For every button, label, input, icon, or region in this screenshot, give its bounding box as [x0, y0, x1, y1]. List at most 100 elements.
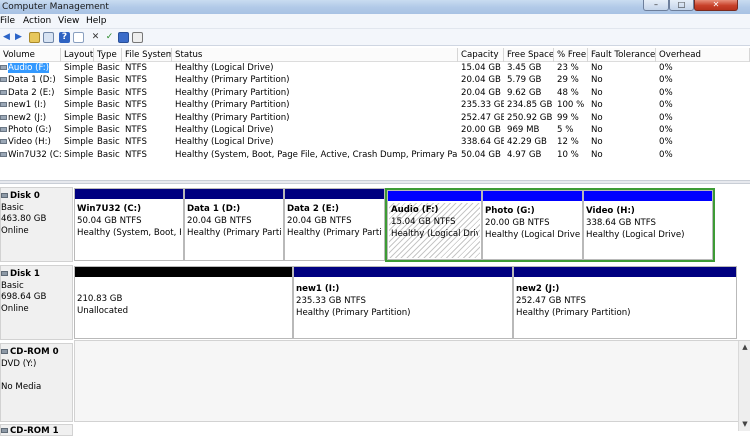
partition-e[interactable]: Data 2 (E:) 20.04 GB NTFS Healthy (Prima… [284, 188, 385, 261]
volume-layout: Simple [64, 137, 94, 148]
partition-i[interactable]: new1 (I:) 235.33 GB NTFS Healthy (Primar… [293, 266, 513, 339]
col-status[interactable]: Status [172, 48, 458, 62]
volume-layout: Simple [64, 87, 94, 98]
table-row[interactable]: new1 (I:) Simple Basic NTFS Healthy (Pri… [0, 99, 750, 111]
refresh-icon[interactable] [118, 32, 129, 43]
partition-c[interactable]: Win7U32 (C:) 50.04 GB NTFS Healthy (Syst… [74, 188, 184, 261]
table-row[interactable]: Audio (F:) Simple Basic NTFS Healthy (Lo… [0, 62, 750, 74]
close-button[interactable]: ✕ [694, 0, 738, 11]
delete-icon[interactable]: ✕ [90, 32, 101, 43]
volume-overhead: 0% [659, 112, 673, 123]
partition-name: Video (H:) [586, 206, 635, 216]
partition-status: Healthy (Primary Partition) [296, 308, 411, 318]
col-percent-free[interactable]: % Free [554, 48, 588, 62]
volume-name: Data 2 (E:) [8, 87, 55, 98]
partition-status: Healthy (Logical Drive) [586, 230, 685, 240]
volume-name: Audio (F:) [8, 63, 50, 73]
volume-free-space: 9.62 GB [507, 87, 542, 98]
disk1-label[interactable]: Disk 1 Basic 698.64 GB Online [0, 265, 73, 340]
cdrom-icon [1, 349, 8, 354]
table-row[interactable]: Win7U32 (C:) Simple Basic NTFS Healthy (… [0, 149, 750, 161]
partition-g[interactable]: Photo (G:) 20.00 GB NTFS Healthy (Logica… [482, 190, 583, 260]
partition-bar [388, 191, 481, 201]
volume-percent-free: 5 % [557, 125, 574, 135]
col-free-space[interactable]: Free Space [504, 48, 554, 62]
partition-bar [483, 191, 582, 201]
menu-file[interactable]: File [0, 14, 15, 29]
console-tree-icon[interactable] [73, 32, 84, 43]
partition-status: Healthy (Primary Partiti [287, 228, 382, 238]
menu-help[interactable]: Help [86, 14, 107, 29]
volume-type: Basic [97, 75, 120, 86]
scroll-up-icon[interactable]: ▲ [739, 341, 750, 353]
volume-overhead: 0% [659, 137, 673, 148]
table-row[interactable]: Data 2 (E:) Simple Basic NTFS Healthy (P… [0, 87, 750, 99]
volume-fault-tolerance: No [591, 137, 603, 148]
volume-file-system: NTFS [125, 100, 147, 111]
drive-icon [0, 102, 7, 108]
partition-h[interactable]: Video (H:) 338.64 GB NTFS Healthy (Logic… [583, 190, 713, 260]
forward-arrow-icon[interactable]: ▶ [13, 32, 24, 43]
volume-percent-free: 10 % [557, 149, 579, 160]
partition-size: 252.47 GB NTFS [516, 296, 587, 306]
toolbar: ◀ ▶ ? ✕ ✓ [0, 29, 750, 46]
volume-name: Win7U32 (C:) [8, 149, 61, 160]
col-layout[interactable]: Layout [61, 48, 94, 62]
cdrom1-label[interactable]: CD-ROM 1 [0, 424, 73, 436]
col-file-system[interactable]: File System [122, 48, 172, 62]
up-folder-icon[interactable] [29, 32, 40, 43]
col-capacity[interactable]: Capacity [458, 48, 504, 62]
check-icon[interactable]: ✓ [104, 32, 115, 43]
volume-status: Healthy (System, Boot, Page File, Active… [175, 149, 458, 160]
volume-status: Healthy (Logical Drive) [175, 125, 274, 135]
partition-size: 338.64 GB NTFS [586, 218, 657, 228]
partition-size: 210.83 GB [77, 294, 123, 304]
volume-status: Healthy (Logical Drive) [175, 63, 274, 73]
partition-size: 20.04 GB NTFS [187, 216, 252, 226]
volume-type: Basic [97, 63, 120, 73]
partition-j[interactable]: new2 (J:) 252.47 GB NTFS Healthy (Primar… [513, 266, 737, 339]
volume-name: Photo (G:) [8, 125, 52, 135]
scroll-down-icon[interactable]: ▼ [739, 418, 750, 430]
minimize-button[interactable]: – [643, 0, 669, 11]
properties-icon[interactable] [43, 32, 54, 43]
volume-free-space: 969 MB [507, 125, 540, 135]
col-fault-tolerance[interactable]: Fault Tolerance [588, 48, 656, 62]
volume-layout: Simple [64, 149, 94, 160]
menu-action[interactable]: Action [23, 14, 51, 29]
volume-name: Data 1 (D:) [8, 75, 56, 86]
volume-name: Video (H:) [8, 137, 51, 148]
menu-view[interactable]: View [58, 14, 79, 29]
unallocated-space[interactable]: 210.83 GB Unallocated [74, 266, 293, 339]
table-row[interactable]: Photo (G:) Simple Basic NTFS Healthy (Lo… [0, 124, 750, 136]
partition-d[interactable]: Data 1 (D:) 20.04 GB NTFS Healthy (Prima… [184, 188, 284, 261]
volume-file-system: NTFS [125, 125, 147, 135]
help-icon[interactable]: ? [59, 32, 70, 43]
col-overhead[interactable]: Overhead [656, 48, 750, 62]
volume-capacity: 20.00 GB [461, 125, 501, 135]
volume-fault-tolerance: No [591, 87, 603, 98]
volume-capacity: 338.64 GB [461, 137, 504, 148]
table-row[interactable]: new2 (J:) Simple Basic NTFS Healthy (Pri… [0, 112, 750, 124]
disk0-label[interactable]: Disk 0 Basic 463.80 GB Online [0, 187, 73, 262]
table-row[interactable]: Video (H:) Simple Basic NTFS Healthy (Lo… [0, 136, 750, 148]
col-volume[interactable]: Volume [0, 48, 61, 62]
disk1-name: Disk 1 [10, 269, 40, 279]
partition-f[interactable]: Audio (F:) 15.04 GB NTFS Healthy (Logica… [387, 190, 482, 260]
volume-fault-tolerance: No [591, 75, 603, 86]
back-arrow-icon[interactable]: ◀ [1, 32, 12, 43]
col-type[interactable]: Type [94, 48, 122, 62]
disk1-size: 698.64 GB [1, 292, 47, 302]
cdrom0-area[interactable] [74, 340, 750, 422]
volume-percent-free: 29 % [557, 75, 579, 86]
export-icon[interactable] [132, 32, 143, 43]
cdrom0-name: CD-ROM 0 [10, 347, 59, 357]
partition-name: Photo (G:) [485, 206, 535, 216]
maximize-button[interactable]: □ [669, 0, 694, 11]
volume-overhead: 0% [659, 125, 673, 135]
vertical-scrollbar[interactable]: ▲ ▼ [738, 341, 750, 431]
cdrom0-label[interactable]: CD-ROM 0 DVD (Y:) No Media [0, 343, 73, 422]
table-row[interactable]: Data 1 (D:) Simple Basic NTFS Healthy (P… [0, 74, 750, 86]
volume-status: Healthy (Primary Partition) [175, 87, 290, 98]
partition-size: 20.04 GB NTFS [287, 216, 352, 226]
